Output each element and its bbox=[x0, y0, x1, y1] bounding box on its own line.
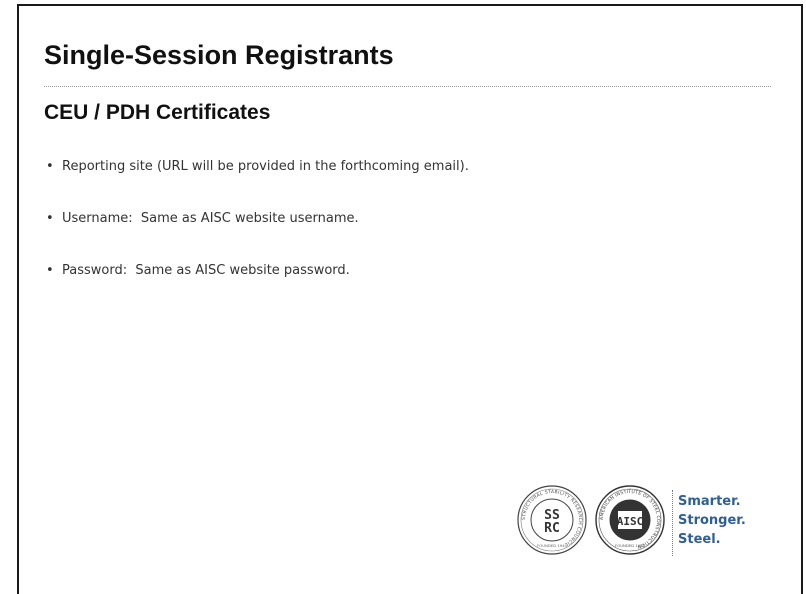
footer-logos: STRUCTURAL STABILITY RESEARCH COUNCIL SS… bbox=[516, 482, 786, 562]
ssrc-seal-logo: STRUCTURAL STABILITY RESEARCH COUNCIL SS… bbox=[517, 485, 587, 555]
bullet-list: • Reporting site (URL will be provided i… bbox=[46, 159, 469, 315]
bullet-icon: • bbox=[46, 159, 54, 174]
tagline-line-1: Smarter. bbox=[678, 494, 741, 509]
bullet-text: Password: Same as AISC website password. bbox=[62, 263, 350, 278]
aisc-seal-logo: AMERICAN INSTITUTE OF STEEL CONSTRUCTION… bbox=[595, 485, 665, 555]
svg-text:RC: RC bbox=[544, 521, 560, 536]
tagline-line-3: Steel. bbox=[678, 532, 721, 547]
bullet-icon: • bbox=[46, 263, 54, 278]
bullet-item: • Username: Same as AISC website usernam… bbox=[46, 211, 469, 229]
svg-text:AISC: AISC bbox=[617, 515, 644, 528]
bullet-text: Username: Same as AISC website username. bbox=[62, 211, 359, 226]
slide-subtitle: CEU / PDH Certificates bbox=[44, 101, 271, 124]
tagline-divider bbox=[672, 490, 673, 556]
tagline-line-2: Stronger. bbox=[678, 513, 746, 528]
svg-text:FOUNDED 1921: FOUNDED 1921 bbox=[615, 543, 645, 548]
svg-text:FOUNDED 1944: FOUNDED 1944 bbox=[537, 543, 567, 548]
bullet-icon: • bbox=[46, 211, 54, 226]
bullet-item: • Reporting site (URL will be provided i… bbox=[46, 159, 469, 177]
tagline: Smarter. Stronger. Steel. bbox=[678, 492, 746, 549]
bullet-text: Reporting site (URL will be provided in … bbox=[62, 159, 469, 174]
title-divider bbox=[44, 86, 771, 87]
slide-title: Single-Session Registrants bbox=[44, 40, 394, 70]
bullet-item: • Password: Same as AISC website passwor… bbox=[46, 263, 469, 281]
